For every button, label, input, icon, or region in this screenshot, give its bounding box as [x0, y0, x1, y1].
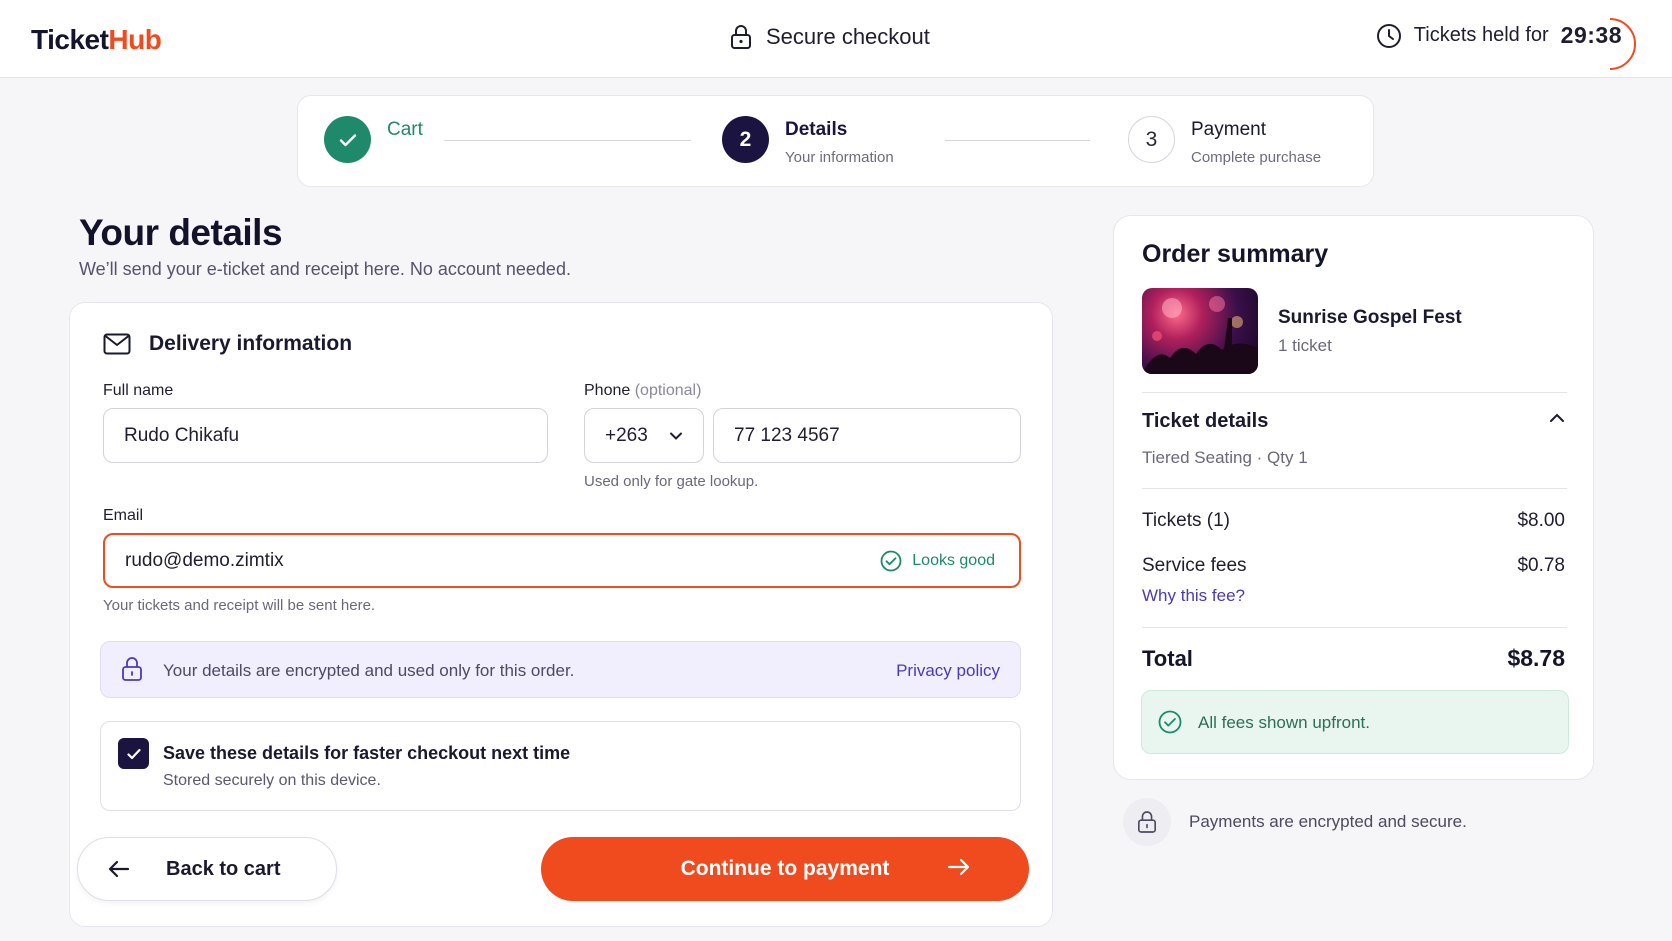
logo[interactable]: TicketHub [31, 24, 162, 56]
step-title: Cart [387, 119, 423, 140]
logo-main: Ticket [31, 24, 109, 55]
tickets-value: $8.00 [1517, 510, 1565, 531]
email-input[interactable]: rudo@demo.zimtix Looks good [103, 533, 1021, 588]
logo-accent: Hub [108, 24, 162, 55]
fees-upfront-notice: All fees shown upfront. [1141, 690, 1569, 754]
held-label: Tickets held for [1413, 24, 1549, 46]
chevron-down-icon [669, 431, 683, 441]
section-header: Delivery information [103, 332, 352, 356]
step-subtitle: Complete purchase [1191, 149, 1322, 166]
divider [1142, 488, 1567, 489]
secure-checkout: Secure checkout [730, 24, 930, 50]
service-fees-label: Service fees [1142, 555, 1247, 576]
mail-icon [103, 333, 131, 355]
chevron-up-icon[interactable] [1549, 412, 1565, 424]
why-this-fee-link[interactable]: Why this fee? [1142, 586, 1245, 606]
hold-timer: Tickets held for 29:38 [1376, 18, 1636, 70]
continue-label: Continue to payment [680, 857, 890, 880]
fees-note: All fees shown upfront. [1198, 713, 1370, 732]
phone-hint: Used only for gate lookup. [584, 473, 759, 490]
event-name: Sunrise Gospel Fest [1278, 307, 1462, 328]
step-title: Payment [1191, 119, 1266, 140]
full-name-value: Rudo Chikafu [124, 424, 240, 446]
order-summary-title: Order summary [1142, 240, 1329, 268]
arrow-right-icon [947, 857, 971, 877]
payment-secure-text: Payments are encrypted and secure. [1189, 812, 1467, 831]
check-circle-icon [1158, 710, 1182, 734]
total-value: $8.78 [1507, 645, 1565, 671]
timer-ring-icon [1609, 18, 1636, 70]
checkmark-icon [126, 748, 141, 759]
step-number: 2 [722, 116, 769, 163]
page-subtitle: We’ll send your e-ticket and receipt her… [79, 259, 571, 279]
save-details-subtitle: Stored securely on this device. [163, 772, 381, 789]
check-icon [324, 116, 371, 163]
email-hint: Your tickets and receipt will be sent he… [103, 597, 376, 614]
email-status-text: Looks good [912, 552, 995, 569]
tickets-label: Tickets (1) [1142, 510, 1230, 531]
secure-checkout-label: Secure checkout [766, 24, 930, 49]
ticket-details-subtitle: Tiered Seating · Qty 1 [1142, 448, 1308, 467]
divider [1142, 627, 1567, 628]
top-header: TicketHub Secure checkout Tickets held f… [0, 0, 1672, 78]
lock-icon [121, 656, 143, 682]
privacy-policy-link[interactable]: Privacy policy [896, 661, 1000, 681]
page-title: Your details [79, 212, 283, 253]
arrow-left-icon [108, 860, 130, 878]
email-label: Email [103, 507, 144, 524]
event-thumbnail [1142, 288, 1258, 374]
lock-icon [730, 24, 752, 50]
phone-input[interactable]: 77 123 4567 [713, 408, 1021, 463]
step-cart[interactable]: Cart [324, 116, 423, 163]
country-code-select[interactable]: +263 [584, 408, 704, 463]
event-quantity: 1 ticket [1278, 336, 1332, 355]
step-title: Details [785, 119, 848, 140]
delivery-form-card: Delivery information Full name Rudo Chik… [69, 302, 1053, 927]
save-details-checkbox[interactable] [118, 738, 149, 769]
payment-secure-note: Payments are encrypted and secure. [1123, 798, 1467, 846]
phone-optional: (optional) [634, 382, 702, 399]
clock-icon [1376, 23, 1402, 49]
ticket-details-title[interactable]: Ticket details [1142, 410, 1268, 433]
step-number: 3 [1128, 116, 1175, 163]
lock-icon [1123, 798, 1171, 846]
step-connector [945, 140, 1090, 141]
step-connector [444, 140, 691, 141]
save-details-option[interactable]: Save these details for faster checkout n… [100, 721, 1021, 811]
back-to-cart-button[interactable]: Back to cart [77, 837, 337, 901]
save-details-title: Save these details for faster checkout n… [163, 743, 571, 763]
back-to-cart-label: Back to cart [166, 857, 281, 880]
section-title: Delivery information [149, 332, 353, 355]
divider [1142, 392, 1567, 393]
phone-value: 77 123 4567 [734, 424, 840, 446]
full-name-input[interactable]: Rudo Chikafu [103, 408, 548, 463]
step-payment[interactable]: 3 Payment Complete purchase [1128, 116, 1321, 166]
country-code-value: +263 [605, 424, 648, 446]
email-value: rudo@demo.zimtix [125, 549, 284, 571]
continue-to-payment-button[interactable]: Continue to payment [541, 837, 1029, 901]
privacy-text: Your details are encrypted and used only… [163, 661, 575, 680]
total-label: Total [1142, 646, 1193, 671]
order-summary-card: Order summary Sunrise Gospel Fest 1 tick… [1113, 215, 1594, 780]
service-fees-value: $0.78 [1517, 555, 1565, 576]
phone-label-text: Phone [584, 382, 631, 399]
phone-label: Phone (optional) [584, 382, 701, 400]
privacy-notice: Your details are encrypted and used only… [100, 641, 1021, 698]
full-name-label: Full name [103, 382, 174, 399]
step-details[interactable]: 2 Details Your information [722, 116, 894, 166]
check-circle-icon [880, 550, 902, 572]
email-status: Looks good [880, 550, 995, 572]
checkout-stepper: Cart 2 Details Your information 3 Paymen… [297, 95, 1374, 187]
step-subtitle: Your information [785, 149, 894, 166]
